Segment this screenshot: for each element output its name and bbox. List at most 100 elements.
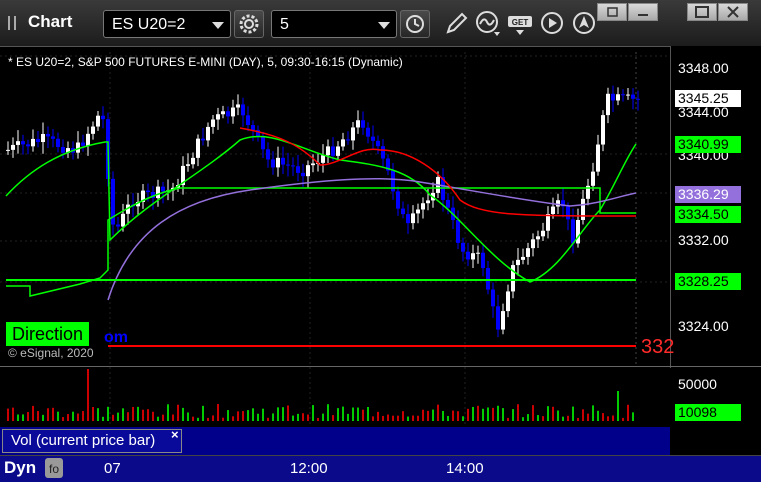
- panel-divider[interactable]: [0, 366, 761, 367]
- settings-button[interactable]: [234, 10, 264, 38]
- candle-body: [596, 144, 600, 172]
- candle-body: [286, 164, 290, 166]
- study-wave-icon[interactable]: [474, 8, 502, 38]
- candle-body: [276, 157, 280, 168]
- candle-body: [161, 186, 165, 192]
- candle-body: [521, 256, 525, 260]
- pencil-draw-icon[interactable]: [442, 8, 470, 38]
- candle-body: [486, 268, 490, 290]
- candle-body: [241, 104, 245, 116]
- candle-body: [11, 144, 15, 150]
- close-study-icon[interactable]: ×: [171, 427, 179, 442]
- cursor-arrow-icon[interactable]: [570, 8, 598, 38]
- maximize-button[interactable]: [687, 3, 717, 21]
- candle-body: [41, 133, 45, 143]
- dynamic-mode-label[interactable]: Dyn: [4, 458, 36, 478]
- svg-text:fo: fo: [49, 462, 59, 476]
- interval-combo[interactable]: 5: [271, 10, 397, 38]
- candle-body: [466, 251, 470, 260]
- get-data-icon[interactable]: GET: [506, 8, 534, 38]
- candle-body: [571, 219, 575, 244]
- candle-body: [101, 115, 105, 120]
- candle-body: [631, 94, 635, 99]
- candle-body: [216, 114, 220, 120]
- restore-button[interactable]: [597, 3, 627, 21]
- candle-body: [461, 242, 465, 252]
- candle-body: [496, 306, 500, 330]
- candle-body: [201, 138, 205, 141]
- candle-body: [381, 146, 385, 159]
- candle-body: [206, 126, 210, 141]
- symbol-combo[interactable]: ES U20=2: [103, 10, 231, 38]
- price-chart[interactable]: [0, 46, 761, 481]
- svg-text:GET: GET: [512, 18, 529, 27]
- chevron-down-icon[interactable]: [212, 22, 224, 29]
- minimize-button[interactable]: [628, 3, 658, 21]
- candle-body: [306, 165, 310, 177]
- candle-body: [156, 186, 160, 199]
- candle-body: [591, 171, 595, 186]
- candle-body: [246, 115, 250, 126]
- chevron-down-icon[interactable]: [378, 22, 390, 29]
- candle-body: [396, 191, 400, 209]
- candle-body: [516, 259, 520, 266]
- last-price-tag: 3345.25: [675, 90, 741, 107]
- close-button[interactable]: [718, 3, 748, 21]
- volume-axis-label: 50000: [678, 376, 717, 392]
- candle-body: [476, 252, 480, 254]
- time-label: 07: [104, 460, 121, 477]
- candle-body: [251, 125, 255, 131]
- candle-body: [116, 224, 120, 227]
- candle-body: [271, 159, 275, 168]
- lock-icon[interactable]: fo: [44, 457, 64, 479]
- candle-body: [321, 155, 325, 163]
- candle-body: [281, 157, 285, 165]
- candle-body: [211, 119, 215, 127]
- candle-body: [416, 209, 420, 214]
- candle-body: [541, 230, 545, 237]
- candle-body: [346, 139, 350, 141]
- candle-body: [61, 146, 65, 153]
- play-icon[interactable]: [538, 8, 566, 38]
- drag-grip-icon[interactable]: [8, 16, 16, 30]
- candle-body: [46, 133, 50, 137]
- candle-body: [186, 164, 190, 166]
- maximize-icon: [695, 6, 709, 18]
- candle-body: [311, 163, 315, 166]
- candle-body: [491, 289, 495, 307]
- candle-body: [6, 149, 10, 151]
- candle-body: [36, 138, 40, 143]
- ma-green-slow-tag: 3334.50: [675, 206, 741, 223]
- candle-body: [341, 139, 345, 147]
- candle-body: [536, 236, 540, 240]
- candle-body: [581, 198, 585, 220]
- candle-body: [621, 94, 625, 96]
- candle-body: [326, 146, 330, 156]
- settings-gear-icon: [239, 14, 259, 34]
- candle-body: [226, 111, 230, 117]
- candle-body: [636, 98, 640, 100]
- candle-body: [566, 206, 570, 220]
- red-line-value: 332: [641, 336, 675, 358]
- candle-body: [356, 120, 360, 128]
- price-axis-label: 3348.00: [678, 60, 729, 76]
- time-button[interactable]: [400, 10, 430, 38]
- close-icon: [727, 6, 739, 18]
- ma-green-fast-tag: 3340.99: [675, 136, 741, 153]
- candle-body: [481, 252, 485, 269]
- candle-body: [221, 111, 225, 115]
- candle-body: [406, 214, 410, 224]
- price-axis-label: 3332.00: [678, 232, 729, 248]
- volume-study-label[interactable]: Vol (current price bar): [2, 429, 182, 453]
- candle-body: [291, 165, 295, 167]
- candle-body: [616, 94, 620, 101]
- candle-body: [606, 93, 610, 116]
- candle-body: [336, 146, 340, 156]
- candle-body: [191, 157, 195, 165]
- candle-body: [301, 172, 305, 177]
- candle-body: [266, 149, 270, 160]
- direction-level-tag: 3328.25: [675, 273, 741, 290]
- candle-body: [426, 200, 430, 204]
- candle-body: [331, 146, 335, 156]
- candle-body: [361, 120, 365, 128]
